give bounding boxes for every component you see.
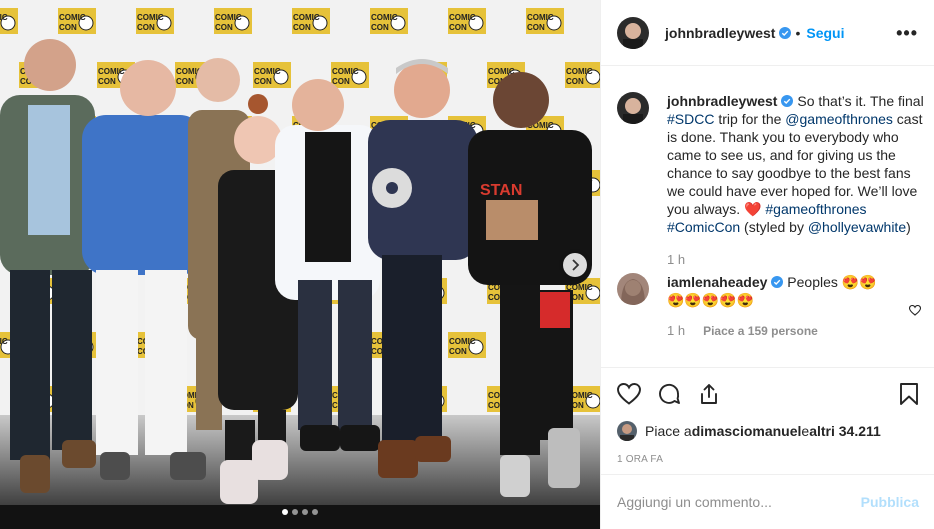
caption-text: johnbradleywest So that’s it. The final … [667,92,925,236]
comment-timestamp: 1 h [667,323,686,338]
backdrop-logo-text: CON [176,77,194,86]
backdrop-logo-text: CON [371,23,389,32]
hashtag-comiccon[interactable]: #ComicCon [667,219,740,235]
likes-others[interactable]: altri 34.211 [809,423,881,439]
caption-timestamp: 1 h [667,252,686,267]
chevron-right-icon [572,259,580,271]
hashtag-gameofthrones[interactable]: #gameofthrones [765,201,866,217]
backdrop-logo-text: COMIC [59,13,86,22]
heart-emoji: ❤️ [744,201,762,217]
hashtag-sdcc[interactable]: #SDCC [667,111,714,127]
comment-meta: 1 h Piace a 159 persone [667,323,925,338]
backdrop-logo-text: COMIC [332,67,359,76]
backdrop-logo-text: COMIC [293,13,320,22]
backdrop-logo-text: COMIC [566,67,593,76]
action-icons-bar [617,368,919,420]
share-icon [701,384,717,404]
post-comment-button[interactable]: Pubblica [861,494,919,510]
speech-bubble-icon [659,383,680,404]
backdrop-logo-text: CON [293,23,311,32]
backdrop-logo-text: CON [59,23,77,32]
backdrop-logo-text: COMIC [527,13,554,22]
caption-segment: So that’s it. The final [793,93,924,109]
liked-by-row: Piace a dimasciomanuel e altri 34.211 [617,421,919,441]
carousel-dot [282,509,288,515]
backdrop-logo-text: COMIC [371,13,398,22]
comment-body-line2: 😍😍😍😍😍 [667,292,755,308]
backdrop-logo-text: COMIC [215,13,242,22]
verified-badge-icon [779,26,792,39]
caption-segment: ) [906,219,911,235]
backdrop-logo-text: CON [527,23,545,32]
heart-icon [617,383,641,405]
post-header: johnbradleywest • Segui ••• [601,0,934,66]
backdrop-logo-text: COMIC [449,13,476,22]
post-timestamp[interactable]: 1 ORA FA [617,454,919,465]
bookmark-icon [900,383,918,405]
backdrop-logo-text: COMIC [254,67,281,76]
backdrop-logo-text: CON [215,23,233,32]
save-button[interactable] [899,382,919,406]
commenter-username[interactable]: iamlenaheadey [667,274,767,290]
backdrop-logo-text: COMIC [0,13,8,22]
verified-badge-icon [771,276,784,288]
liker-avatar[interactable] [617,421,637,441]
comment-body: Peoples 😍😍 [783,274,877,290]
header-separator: • [795,24,801,41]
caption-author-avatar[interactable] [617,92,649,124]
backdrop-logo-text: COMIC [137,13,164,22]
shirt-text: STAN [480,182,522,199]
mention-stylist[interactable]: @hollyevawhite [808,219,906,235]
author-avatar[interactable] [617,16,649,49]
carousel-indicator [282,509,318,515]
post-photo[interactable]: COMICCONCOMICCONCOMICCONCOMICCONCOMICCON… [0,0,600,529]
more-options-button[interactable]: ••• [896,24,918,42]
share-button[interactable] [697,382,721,406]
liker-username[interactable]: dimasciomanuel [692,423,802,439]
likes-prefix: Piace a [645,423,692,439]
add-comment-bar: Aggiungi un commento... Pubblica [601,474,934,529]
add-comment-input[interactable]: Aggiungi un commento... [617,494,861,510]
caption-segment: (styled by [740,219,808,235]
commenter-avatar[interactable] [617,273,649,305]
backdrop-logo-text: CON [332,77,350,86]
next-photo-button[interactable] [563,253,587,277]
caption-segment: trip for the [714,111,786,127]
carousel-dot [292,509,298,515]
mention-gameofthrones[interactable]: @gameofthrones [785,111,893,127]
like-comment-heart-icon[interactable] [909,305,921,316]
follow-button[interactable]: Segui [806,25,844,41]
carousel-dot [302,509,308,515]
backdrop-logo-text: CON [449,23,467,32]
comment-item: iamlenaheadey Peoples 😍😍 😍😍😍😍😍 1 h Piace a… [617,273,919,338]
comment-button[interactable] [657,382,681,406]
photo-illustration: COMICCONCOMICCONCOMICCONCOMICCONCOMICCON… [0,0,600,529]
verified-badge-icon [781,95,794,107]
backdrop-logo-text: COMIC [449,337,476,346]
backdrop-logo-text: CON [137,23,155,32]
post-sidebar: johnbradleywest • Segui ••• johnbradleyw… [600,0,934,529]
backdrop-logo-text: COMIC [98,67,125,76]
post-actions: Piace a dimasciomanuel e altri 34.211 1 … [601,367,934,465]
backdrop-logo-text: CON [98,77,116,86]
comment-text: iamlenaheadey Peoples 😍😍 😍😍😍😍😍 [667,273,925,309]
caption: johnbradleywest So that’s it. The final … [617,92,924,267]
backdrop-logo-text: CON [566,77,584,86]
caption-username[interactable]: johnbradleywest [667,93,777,109]
comments-section: johnbradleywest So that’s it. The final … [601,66,934,366]
carousel-dot [312,509,318,515]
author-username[interactable]: johnbradleywest [665,25,775,41]
backdrop-logo-text: CON [254,77,272,86]
backdrop-logo-text: CON [449,347,467,356]
likes-mid: e [801,423,810,439]
backdrop-logo-text: COMIC [0,337,8,346]
comment-likes-count[interactable]: Piace a 159 persone [703,324,818,338]
like-button[interactable] [617,383,641,405]
